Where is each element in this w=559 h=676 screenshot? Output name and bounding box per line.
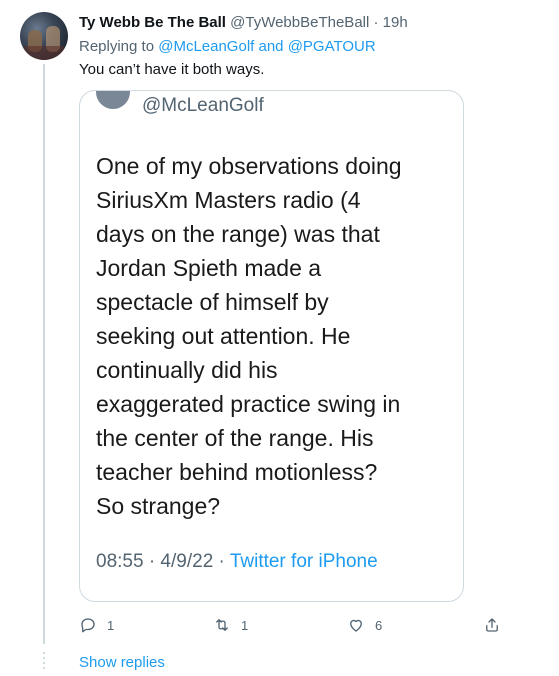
mention-pgatour[interactable]: @PGATOUR <box>288 38 376 55</box>
quoted-line: seeking out attention. He <box>96 323 351 349</box>
tweet-header: Ty Webb Be The Ball @TyWebbBeTheBall · 1… <box>79 14 408 31</box>
share-button[interactable] <box>483 614 511 636</box>
like-button[interactable]: 6 <box>347 614 382 636</box>
tweet-text: You can’t have it both ways. <box>79 61 265 78</box>
action-bar: 1 1 6 <box>79 614 519 636</box>
quoted-meta: 08:55 · 4/9/22 · Twitter for iPhone <box>96 551 378 573</box>
attached-image[interactable]: @McLeanGolf One of my observations doing… <box>79 90 464 602</box>
quoted-avatar <box>96 91 130 109</box>
quoted-text: One of my observations doing SiriusXm Ma… <box>96 149 458 523</box>
quoted-line: teacher behind motionless? <box>96 459 378 485</box>
reply-button[interactable]: 1 <box>79 614 114 636</box>
header-separator: · <box>373 14 379 31</box>
replying-and[interactable]: and <box>259 38 284 55</box>
quoted-line: exaggerated practice swing in <box>96 391 401 417</box>
quoted-tweet-screenshot: @McLeanGolf One of my observations doing… <box>96 91 449 601</box>
author-handle[interactable]: @TyWebbBeTheBall <box>230 14 369 31</box>
share-icon <box>486 618 498 632</box>
quoted-handle: @McLeanGolf <box>142 95 264 116</box>
quoted-line: So strange? <box>96 493 221 519</box>
author-avatar[interactable] <box>20 12 68 60</box>
thread-dots <box>43 652 45 670</box>
quoted-timestamp: 08:55 · 4/9/22 · <box>96 551 225 572</box>
quoted-line: the center of the range. His <box>96 425 374 451</box>
retweet-button[interactable]: 1 <box>213 614 248 636</box>
show-replies-link[interactable]: Show replies <box>79 654 165 671</box>
retweet-count: 1 <box>241 617 249 633</box>
quoted-line: Jordan Spieth made a <box>96 255 322 281</box>
quoted-line: spectacle of himself by <box>96 289 329 315</box>
reply-icon <box>81 618 95 633</box>
author-name[interactable]: Ty Webb Be The Ball <box>79 14 226 31</box>
replying-prefix: Replying to <box>79 38 155 55</box>
like-icon <box>350 619 362 632</box>
quoted-line: days on the range) was that <box>96 221 380 247</box>
mention-mcleangolf[interactable]: @McLeanGolf <box>158 38 254 55</box>
avatar-figure <box>24 46 64 60</box>
quoted-source: Twitter for iPhone <box>229 551 378 572</box>
quoted-line: One of my observations doing <box>96 153 402 179</box>
retweet-icon <box>216 619 228 631</box>
reply-count: 1 <box>107 617 115 633</box>
quoted-line: continually did his <box>96 357 278 383</box>
replying-to: Replying to @McLeanGolf and @PGATOUR <box>79 38 376 55</box>
quoted-line: SiriusXm Masters radio (4 <box>96 187 361 213</box>
tweet-time[interactable]: 19h <box>383 14 408 31</box>
thread-line <box>43 64 45 644</box>
like-count: 6 <box>375 617 383 633</box>
